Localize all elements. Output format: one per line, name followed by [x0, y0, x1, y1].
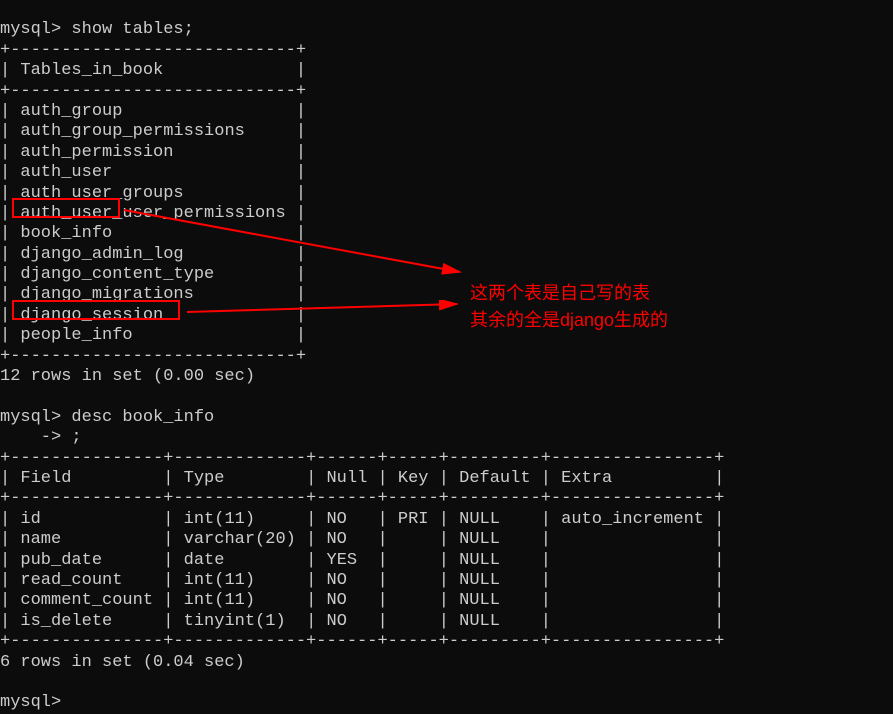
- desc-type: varchar(20): [184, 530, 296, 549]
- desc-field: is_delete: [20, 612, 112, 631]
- desc-null: NO: [326, 510, 346, 529]
- table-row: auth_user: [20, 163, 112, 182]
- table-row: auth_group: [20, 102, 122, 121]
- table-row: django_content_type: [20, 265, 214, 284]
- desc-type: int(11): [184, 571, 255, 590]
- table-row: auth_user_user_permissions: [20, 204, 285, 223]
- result-rows: 6 rows in set (0.04 sec): [0, 653, 245, 672]
- prompt-continuation[interactable]: -> ;: [0, 428, 82, 447]
- table-border: +----------------------------+: [0, 82, 306, 101]
- prompt-empty[interactable]: mysql>: [0, 693, 61, 712]
- desc-type: int(11): [184, 591, 255, 610]
- table-border: +----------------------------+: [0, 347, 306, 366]
- table-border: +---------------+-------------+------+--…: [0, 449, 724, 468]
- desc-default: NULL: [459, 591, 500, 610]
- table-row: auth_permission: [20, 143, 173, 162]
- desc-default: NULL: [459, 530, 500, 549]
- tables-header: Tables_in_book: [20, 61, 163, 80]
- desc-field: read_count: [20, 571, 122, 590]
- desc-key: PRI: [398, 510, 429, 529]
- desc-field: id: [20, 510, 40, 529]
- desc-null: NO: [327, 571, 347, 590]
- table-row: django_migrations: [20, 285, 193, 304]
- desc-type: int(11): [184, 510, 255, 529]
- table-row: people_info: [20, 326, 132, 345]
- table-row: book_info: [20, 224, 112, 243]
- result-rows: 12 rows in set (0.00 sec): [0, 367, 255, 386]
- desc-header-extra: Extra: [561, 469, 612, 488]
- desc-null: NO: [326, 530, 346, 549]
- desc-type: date: [184, 551, 225, 570]
- desc-extra: auto_increment: [561, 510, 704, 529]
- desc-type: tinyint(1): [184, 612, 286, 631]
- desc-default: NULL: [459, 571, 500, 590]
- table-row: auth_user_groups: [20, 184, 183, 203]
- desc-field: comment_count: [20, 591, 153, 610]
- desc-null: YES: [327, 551, 358, 570]
- desc-header-type: Type: [184, 469, 225, 488]
- desc-null: NO: [327, 612, 347, 631]
- table-border: +----------------------------+: [0, 41, 306, 60]
- table-row: auth_group_permissions: [20, 122, 244, 141]
- desc-default: NULL: [459, 612, 500, 631]
- table-border: +---------------+-------------+------+--…: [0, 632, 724, 651]
- annotation-custom-tables: 这两个表是自己写的表 其余的全是django生成的: [470, 280, 668, 334]
- desc-default: NULL: [459, 551, 500, 570]
- desc-header-field: Field: [20, 469, 71, 488]
- table-border: +---------------+-------------+------+--…: [0, 489, 724, 508]
- desc-null: NO: [326, 591, 346, 610]
- desc-header-default: Default: [459, 469, 530, 488]
- prompt-desc[interactable]: mysql> desc book_info: [0, 408, 214, 427]
- desc-header-key: Key: [398, 469, 429, 488]
- desc-header-null: Null: [326, 469, 367, 488]
- table-row: django_admin_log: [20, 245, 183, 264]
- prompt-show-tables[interactable]: mysql> show tables;: [0, 20, 194, 39]
- desc-default: NULL: [459, 510, 500, 529]
- desc-field: pub_date: [20, 551, 102, 570]
- terminal-output: mysql> show tables; +-------------------…: [0, 0, 893, 714]
- table-row: django_session: [20, 306, 163, 325]
- desc-field: name: [20, 530, 61, 549]
